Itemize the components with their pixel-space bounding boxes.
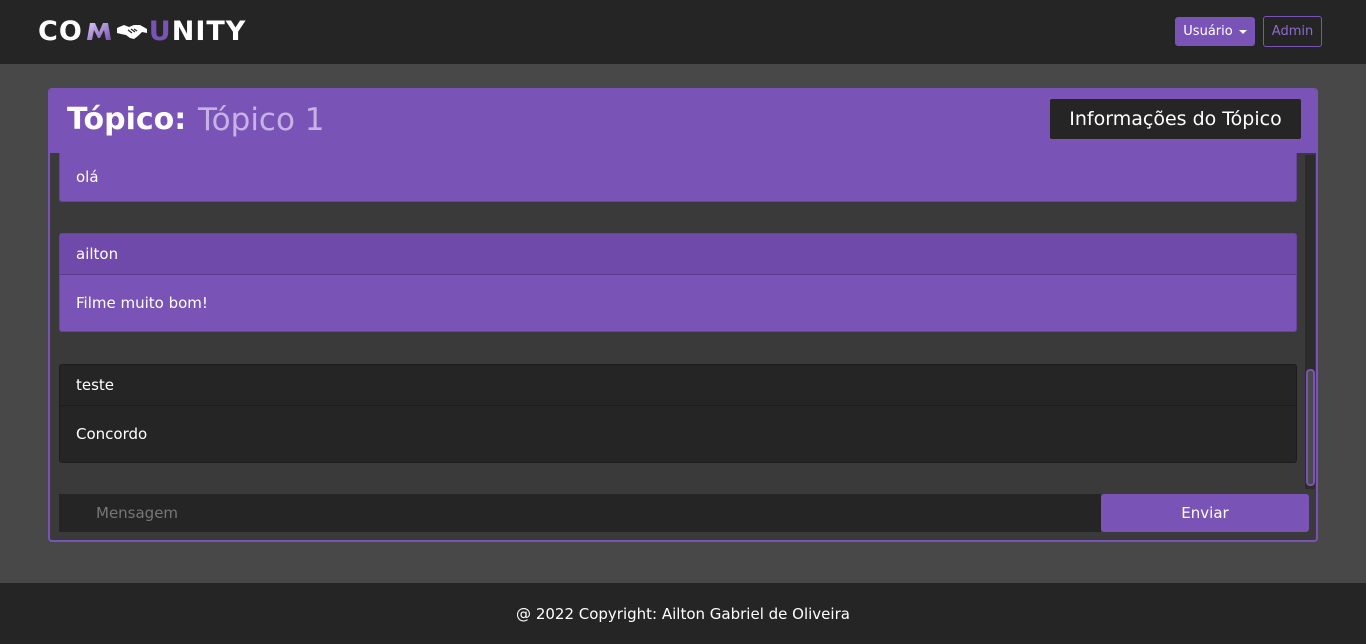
message-composer: Enviar (59, 494, 1309, 532)
logo-m-icon (84, 19, 114, 43)
message-text: olá (76, 167, 99, 186)
topic-label: Tópico: (67, 102, 187, 137)
message-input[interactable] (59, 494, 1101, 532)
message-card: olá (59, 153, 1297, 202)
logo-u-mark: U (148, 15, 172, 47)
send-button[interactable]: Enviar (1101, 494, 1309, 532)
message-author: teste (60, 365, 1296, 406)
top-navbar: CO U NITY Usuário Admin (0, 0, 1366, 64)
user-menu-button[interactable]: Usuário (1175, 17, 1255, 46)
logo-text-end: NITY (171, 15, 247, 47)
logo-text-start: CO (38, 15, 83, 47)
topic-title: Tópico 1 (198, 102, 325, 138)
topic-header: Tópico: Tópico 1 Informações do Tópico (50, 90, 1316, 153)
chevron-down-icon (1238, 29, 1247, 34)
message-card: teste Concordo (59, 364, 1297, 463)
handshake-icon (116, 19, 148, 43)
user-menu-label: Usuário (1183, 24, 1233, 39)
community-logo[interactable]: CO U NITY (38, 14, 246, 48)
admin-button[interactable]: Admin (1263, 16, 1322, 47)
message-text: Concordo (76, 425, 148, 443)
message-author: ailton (60, 234, 1296, 275)
copyright-text: @ 2022 Copyright: Ailton Gabriel de Oliv… (516, 604, 850, 623)
topic-card: Tópico: Tópico 1 Informações do Tópico o… (48, 88, 1318, 542)
message-card: ailton Filme muito bom! (59, 233, 1297, 332)
topic-info-button[interactable]: Informações do Tópico (1050, 99, 1301, 139)
messages-scrollbar-thumb[interactable] (1306, 369, 1315, 486)
page-footer: @ 2022 Copyright: Ailton Gabriel de Oliv… (0, 583, 1366, 644)
message-text: Filme muito bom! (76, 294, 208, 312)
messages-list[interactable]: olá ailton Filme muito bom! teste Concor… (50, 153, 1316, 490)
